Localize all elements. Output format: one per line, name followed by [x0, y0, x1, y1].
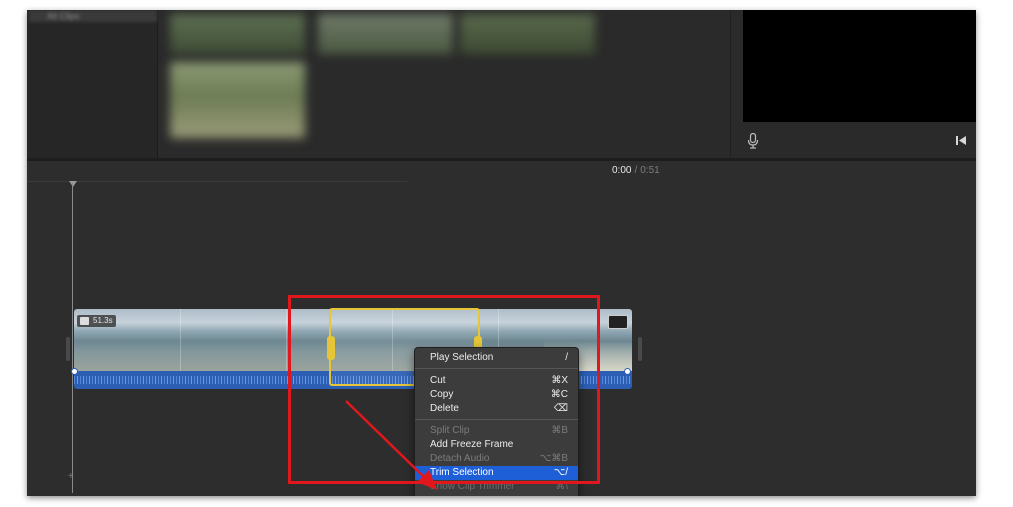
- media-thumbnail[interactable]: [460, 14, 595, 54]
- clip-duration: 51.3s: [93, 316, 113, 325]
- media-thumbnail[interactable]: [170, 62, 305, 138]
- media-thumbnail[interactable]: [170, 14, 305, 54]
- clip-duration-badge: 51.3s: [77, 315, 116, 327]
- library-item-all-clips[interactable]: All Clips: [29, 10, 157, 22]
- transition-icon[interactable]: [608, 315, 628, 329]
- frame-separator: [286, 309, 287, 371]
- media-browser: [158, 10, 730, 158]
- clip-right-handle[interactable]: [638, 337, 642, 361]
- media-thumbnail[interactable]: [318, 14, 453, 54]
- volume-handle-left[interactable]: [71, 368, 78, 375]
- viewer-panel: [730, 10, 976, 158]
- timeline-ruler: [27, 181, 407, 182]
- library-sidebar: All Clips: [27, 10, 158, 158]
- film-icon: [80, 317, 89, 325]
- skip-to-start-icon[interactable]: [955, 135, 967, 146]
- plus-icon: +: [68, 471, 74, 482]
- playhead-line[interactable]: [72, 183, 73, 493]
- viewer-screen: [743, 10, 976, 122]
- clip-left-handle[interactable]: [66, 337, 70, 361]
- current-time: 0:00: [612, 165, 632, 176]
- frame-separator: [180, 309, 181, 371]
- playhead-marker[interactable]: [69, 181, 77, 187]
- volume-handle-right[interactable]: [624, 368, 631, 375]
- timecode-display: 0:00/0:51: [612, 165, 660, 176]
- annotation-highlight-box: [288, 295, 600, 484]
- microphone-icon[interactable]: [747, 133, 759, 149]
- time-separator: /: [634, 165, 638, 176]
- total-duration: 0:51: [640, 165, 660, 176]
